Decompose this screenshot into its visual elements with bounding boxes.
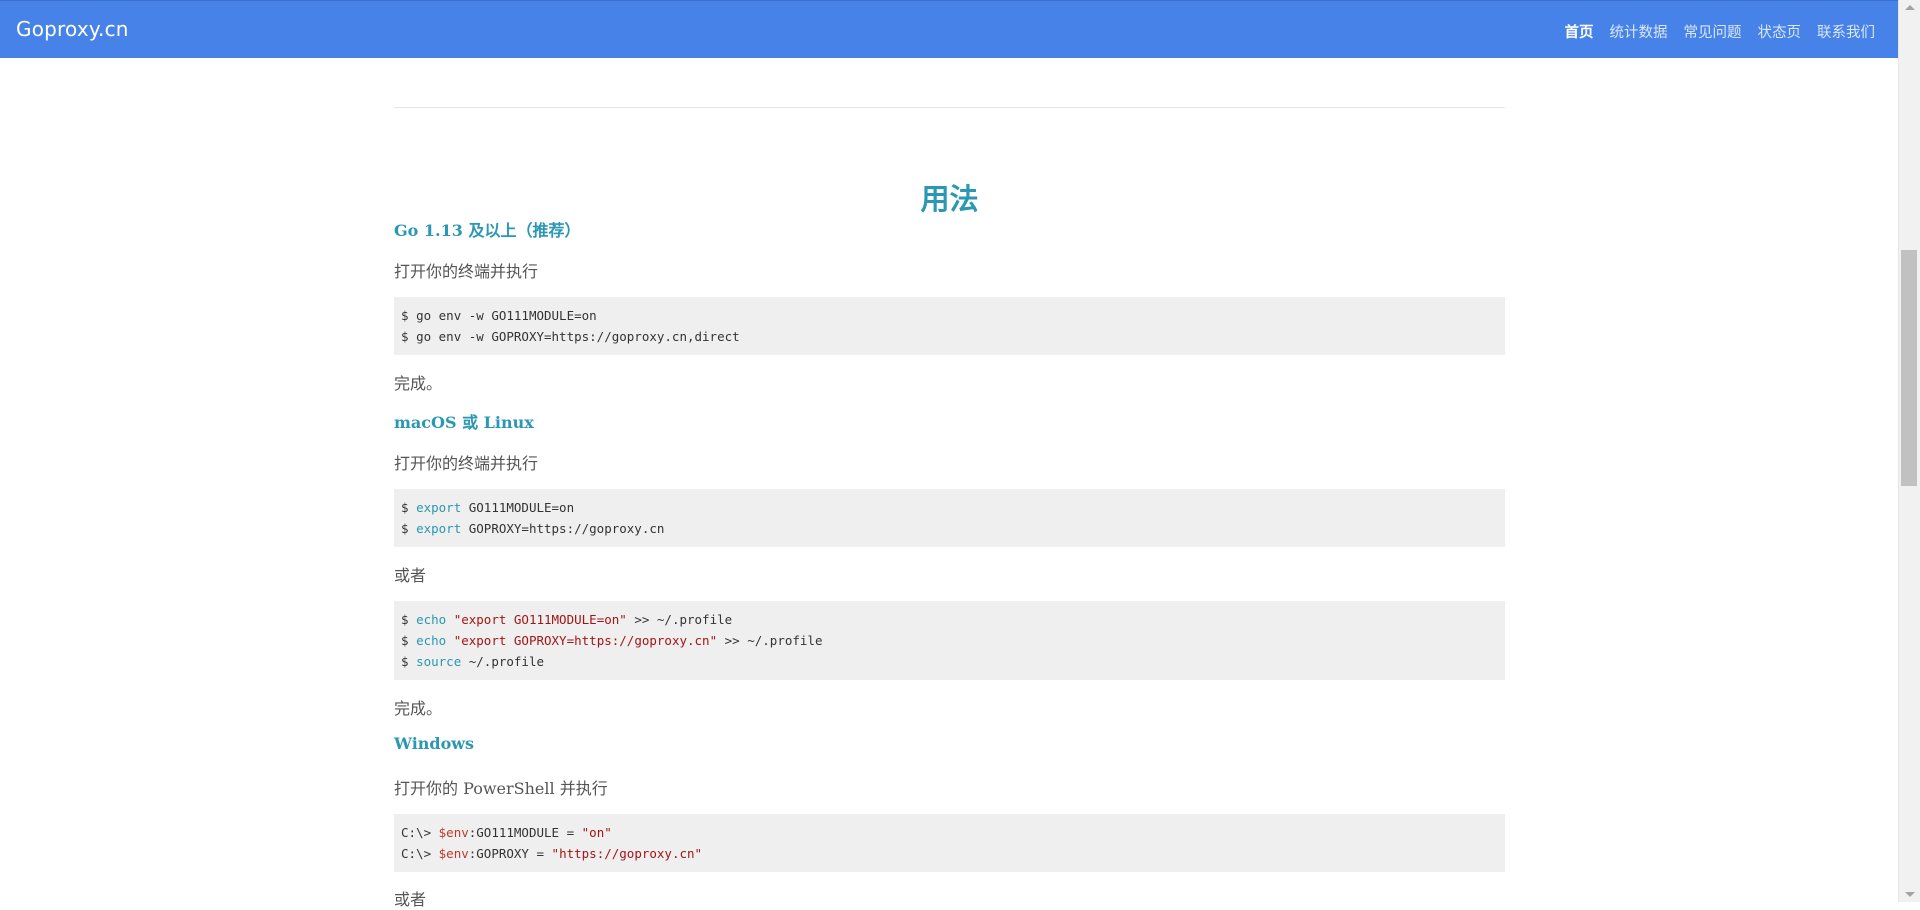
unix-export-code-block[interactable]: $ export GO111MODULE=on $ export GOPROXY…: [394, 489, 1505, 547]
scroll-up-arrow-icon[interactable]: [1905, 5, 1915, 10]
scrollbar-thumb[interactable]: [1901, 250, 1917, 486]
usage-section-title: 用法: [920, 182, 979, 216]
top-navbar: Goproxy.cn 首页 统计数据 常见问题 状态页 联系我们: [0, 0, 1898, 58]
go113-code-block[interactable]: $ go env -w GO111MODULE=on $ go env -w G…: [394, 297, 1505, 355]
go113-intro: 打开你的终端并执行: [394, 262, 539, 281]
nav-link-status[interactable]: 状态页: [1758, 21, 1802, 42]
nav-links: 首页 统计数据 常见问题 状态页 联系我们: [1565, 21, 1876, 42]
windows-or-text: 或者: [394, 890, 427, 909]
windows-code-block[interactable]: C:\> $env:GO111MODULE = "on" C:\> $env:G…: [394, 814, 1505, 872]
unix-or-text: 或者: [394, 566, 427, 585]
nav-link-home[interactable]: 首页: [1565, 21, 1594, 42]
nav-link-contact[interactable]: 联系我们: [1817, 21, 1875, 42]
windows-heading: Windows: [394, 734, 475, 753]
unix-intro: 打开你的终端并执行: [394, 454, 539, 473]
windows-intro: 打开你的 PowerShell 并执行: [394, 779, 608, 798]
nav-link-faq[interactable]: 常见问题: [1684, 21, 1742, 42]
unix-profile-code-block[interactable]: $ echo "export GO111MODULE=on" >> ~/.pro…: [394, 601, 1505, 680]
brand-logo-link[interactable]: Goproxy.cn: [16, 17, 129, 41]
go113-heading: Go 1.13 及以上（推荐）: [394, 221, 581, 240]
page-scrollbar[interactable]: [1898, 0, 1920, 902]
unix-heading: macOS 或 Linux: [394, 413, 534, 432]
unix-done-text: 完成。: [394, 699, 443, 718]
scroll-down-arrow-icon[interactable]: [1905, 892, 1915, 897]
nav-link-stats[interactable]: 统计数据: [1610, 21, 1668, 42]
go113-done-text: 完成。: [394, 374, 443, 393]
section-divider: [394, 107, 1505, 108]
